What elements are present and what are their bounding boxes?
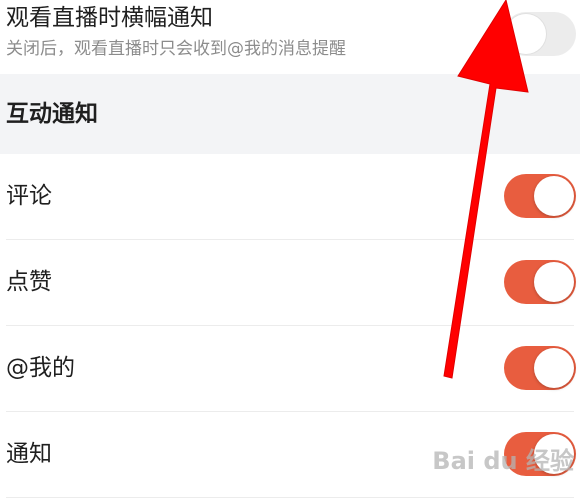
comment-notice-label: 评论 (6, 183, 52, 209)
toggle-knob (506, 14, 546, 54)
landscape-live-notice-description: 关闭后，观看直播时只会收到@我的消息提醒 (6, 39, 346, 59)
landscape-live-notice-row: 观看直播时横幅通知 关闭后，观看直播时只会收到@我的消息提醒 (0, 0, 580, 74)
like-notice-row: 点赞 (0, 240, 580, 326)
mention-notice-row: @我的 (0, 326, 580, 412)
toggle-knob (534, 176, 574, 216)
landscape-live-notice-title: 观看直播时横幅通知 (6, 5, 213, 31)
row-divider (6, 497, 574, 498)
general-notice-label: 通知 (6, 441, 52, 467)
mention-notice-label: @我的 (6, 355, 75, 381)
like-notice-label: 点赞 (6, 269, 52, 295)
comment-notice-toggle[interactable] (504, 174, 576, 218)
baidu-jingyan-watermark: Bai du 经验 (432, 447, 574, 475)
interaction-section-title: 互动通知 (6, 101, 98, 127)
comment-notice-row: 评论 (0, 154, 580, 240)
like-notice-toggle[interactable] (504, 260, 576, 304)
landscape-live-notice-toggle[interactable] (504, 12, 576, 56)
toggle-knob (534, 348, 574, 388)
mention-notice-toggle[interactable] (504, 346, 576, 390)
toggle-knob (534, 262, 574, 302)
